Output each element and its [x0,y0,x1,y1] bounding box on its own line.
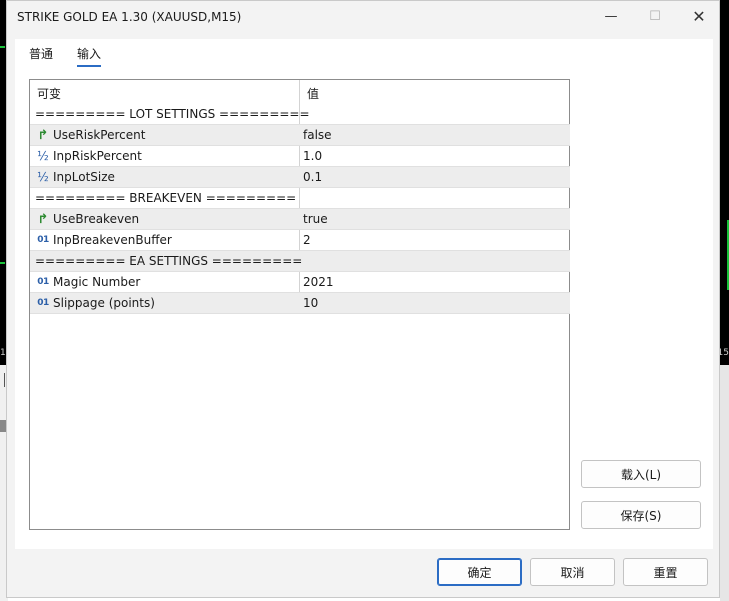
double-icon: ½ [37,170,49,184]
load-button[interactable]: 载入(L) [581,460,701,488]
row-name: ========= BREAKEVEN ========= [35,191,297,205]
integer-icon: 01 [37,277,49,287]
chart-axis-label-left: 1 [0,348,6,358]
maximize-icon: ☐ [649,8,661,24]
tab-inputs[interactable]: 输入 [77,45,101,62]
inputs-grid[interactable]: 可变 值 ========= LOT SETTINGS ========= ↱ U… [29,79,570,530]
minimize-icon: — [604,8,618,24]
bool-icon: ↱ [37,211,49,227]
grid-row[interactable]: 01 InpBreakevenBuffer 2 [30,230,570,251]
maximize-button[interactable]: ☐ [633,1,677,31]
grid-row[interactable]: ½ InpRiskPercent 1.0 [30,146,570,167]
row-name: InpBreakevenBuffer [53,233,172,247]
row-value[interactable]: false [303,125,332,145]
background-panel-right [720,365,729,601]
grid-row[interactable]: ↱ UseBreakeven true [30,209,570,230]
row-value[interactable]: 0.1 [303,167,322,187]
row-value[interactable]: 2 [303,230,311,250]
grid-row-separator[interactable]: ========= EA SETTINGS ========= [30,251,570,272]
close-button[interactable]: ✕ [677,1,721,31]
close-icon: ✕ [692,6,706,26]
row-value[interactable]: 10 [303,293,318,313]
row-name: InpLotSize [53,170,115,184]
grid-row[interactable]: 01 Magic Number 2021 [30,272,570,293]
active-tab-indicator [77,65,101,67]
row-value[interactable]: true [303,209,328,229]
background-chart-right [720,0,729,365]
grid-row[interactable]: 01 Slippage (points) 10 [30,293,570,314]
grid-row-separator[interactable]: ========= BREAKEVEN ========= [30,188,570,209]
minimize-button[interactable]: — [589,1,633,31]
row-value[interactable]: 2021 [303,272,334,292]
column-header-value[interactable]: 值 [307,85,319,102]
dialog-footer: 确定 取消 重置 [7,549,719,597]
grid-row[interactable]: ↱ UseRiskPercent false [30,125,570,146]
double-icon: ½ [37,149,49,163]
cancel-button[interactable]: 取消 [530,558,615,586]
column-header-variable[interactable]: 可变 [37,85,61,102]
row-name: ========= EA SETTINGS ========= [35,254,303,268]
row-value[interactable]: 1.0 [303,146,322,166]
row-name: InpRiskPercent [53,149,142,163]
integer-icon: 01 [37,298,49,308]
row-name: Magic Number [53,275,141,289]
integer-icon: 01 [37,235,49,245]
dialog-client-area: 普通 输入 可变 值 ========= LOT SETTINGS ======… [15,39,713,549]
row-name: UseRiskPercent [53,128,146,142]
row-name: UseBreakeven [53,212,140,226]
ok-button[interactable]: 确定 [437,558,522,586]
title-bar[interactable]: STRIKE GOLD EA 1.30 (XAUUSD,M15) — ☐ ✕ [7,1,719,35]
tab-common[interactable]: 普通 [29,45,53,62]
row-name: Slippage (points) [53,296,155,310]
ea-properties-dialog: STRIKE GOLD EA 1.30 (XAUUSD,M15) — ☐ ✕ 普… [6,0,720,598]
grid-row[interactable]: ½ InpLotSize 0.1 [30,167,570,188]
save-button[interactable]: 保存(S) [581,501,701,529]
chart-line-marker [0,46,5,48]
chart-line-marker [0,262,5,264]
reset-button[interactable]: 重置 [623,558,708,586]
grid-row-separator[interactable]: ========= LOT SETTINGS ========= [30,104,570,125]
row-name: ========= LOT SETTINGS ========= [35,107,310,121]
bool-icon: ↱ [37,127,49,143]
window-title: STRIKE GOLD EA 1.30 (XAUUSD,M15) [17,10,242,24]
